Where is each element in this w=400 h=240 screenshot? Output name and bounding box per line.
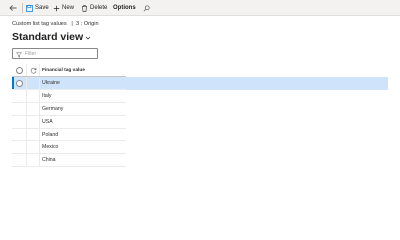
select-all-checkbox[interactable] [16,67,23,74]
view-selector[interactable]: Standard view [12,30,91,44]
table-row[interactable]: Mexico [12,141,126,155]
select-all-cell[interactable] [12,64,27,76]
delete-button[interactable]: Delete [81,0,107,16]
tag-value-cell[interactable]: USA [42,119,53,125]
refresh-icon[interactable] [30,67,37,76]
action-pane: Save New Delete Options [0,0,400,16]
search-button[interactable] [143,0,150,16]
filter-field[interactable] [12,48,98,59]
table-row[interactable]: Ukraine [12,77,126,90]
table-row[interactable]: Germany [12,102,126,116]
column-header-financial-tag-value[interactable]: Financial tag value [42,64,126,76]
column-header-label: Financial tag value [42,67,85,73]
table-row[interactable]: Italy [12,89,126,103]
delete-button-label: Delete [90,5,108,11]
new-button[interactable]: New [53,0,74,16]
new-button-label: New [62,5,75,11]
page-title: Standard view [12,31,84,43]
grid-header-row: Financial tag value [12,64,126,77]
tag-value-cell[interactable]: Italy [42,93,52,99]
tag-values-grid: Financial tag value Ukraine Italy German… [12,64,126,168]
refresh-cell[interactable] [27,64,40,76]
table-row[interactable]: China [12,154,126,168]
breadcrumb: Custom list tag values | 3 : Origin [12,21,99,27]
chevron-down-icon [85,28,91,46]
table-row[interactable]: Poland [12,128,126,142]
search-icon [143,4,150,12]
tag-value-cell[interactable]: Ukraine [42,80,60,86]
plus-icon [53,5,60,12]
row-select-radio[interactable] [16,80,23,87]
filter-input[interactable] [25,49,95,58]
options-tab[interactable]: Options [113,0,136,16]
options-label: Options [113,5,136,11]
save-icon [26,4,33,12]
tag-value-cell[interactable]: Mexico [42,144,58,150]
tag-value-cell[interactable]: Germany [42,106,63,112]
tag-value-cell[interactable]: China [42,157,56,163]
back-arrow-icon[interactable] [8,3,18,13]
filter-icon [15,45,23,63]
tag-value-cell[interactable]: Poland [42,132,58,138]
table-row[interactable]: USA [12,115,126,129]
save-button-label: Save [35,5,49,11]
trash-icon [81,4,88,12]
toolbar-divider [22,3,23,13]
save-button[interactable]: Save [26,0,49,16]
